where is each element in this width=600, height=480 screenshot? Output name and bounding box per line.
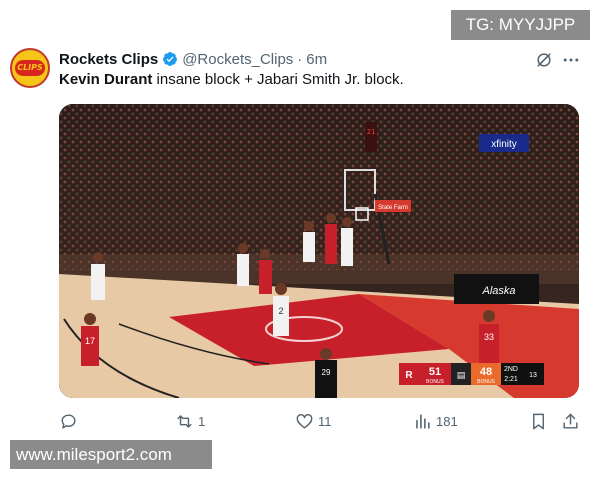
display-name[interactable]: Rockets Clips	[59, 51, 158, 68]
watermark-bottom: www.milesport2.com	[10, 440, 212, 469]
video-thumbnail[interactable]: xfinity State Farm 21 Alaska 17 2 33 29 …	[59, 104, 579, 398]
tweet-text-bold: Kevin Durant	[59, 71, 153, 88]
shot-clock-display: 21	[367, 128, 375, 136]
retweet-icon	[177, 414, 192, 428]
player-2: 2	[273, 283, 289, 336]
reply-button[interactable]	[59, 410, 82, 432]
scoreboard: R 51 BONUS ▤ 48 BONUS 2ND 2:21 13	[399, 363, 544, 385]
tweet-text: Kevin Durant insane block + Jabari Smith…	[59, 71, 404, 88]
player-white-block	[341, 217, 353, 266]
retweet-button[interactable]: 1	[175, 410, 205, 432]
home-score: 51	[429, 366, 441, 378]
views-button[interactable]: 181	[413, 410, 458, 432]
like-button[interactable]: 11	[295, 410, 332, 432]
avatar[interactable]: CLIPS	[10, 48, 50, 88]
retweet-count: 1	[198, 413, 206, 429]
basketball-scene: xfinity State Farm 21 Alaska 17 2 33 29 …	[59, 104, 579, 398]
sponsor-xfinity: xfinity	[491, 139, 517, 150]
scoreboard-shot-clock: 13	[529, 372, 537, 379]
player-white-jump	[303, 221, 315, 262]
views-icon	[416, 413, 430, 429]
away-bonus: BONUS	[477, 379, 495, 385]
views-count: 181	[436, 413, 458, 429]
rockets-logo-icon: R	[405, 370, 413, 381]
jersey-number-17: 17	[85, 336, 95, 346]
grok-icon[interactable]	[534, 50, 554, 70]
blazers-logo-icon: ▤	[457, 371, 466, 381]
bookmark-icon	[533, 413, 544, 429]
tweet-header: Rockets Clips @Rockets_Clips · 6m	[59, 49, 327, 69]
bookmark-button[interactable]	[529, 410, 548, 432]
player-red-jump	[325, 213, 337, 264]
quarter: 2ND	[504, 366, 518, 373]
heart-icon	[296, 413, 313, 429]
tweet-timestamp[interactable]: 6m	[306, 51, 327, 68]
reply-icon	[61, 413, 76, 429]
jersey-number-2: 2	[278, 306, 283, 316]
watermark-top: TG: MYYJJPP	[451, 10, 590, 40]
court-logo-alaska: Alaska	[481, 285, 515, 297]
like-count: 11	[318, 413, 332, 429]
referee-number-29: 29	[322, 368, 331, 377]
share-icon	[563, 413, 578, 429]
tweet-text-rest: insane block + Jabari Smith Jr. block.	[152, 71, 404, 88]
away-score: 48	[480, 366, 492, 378]
tweet-actions: 1 11 181	[59, 410, 584, 432]
more-options-icon[interactable]	[561, 50, 581, 70]
player-white-mid	[237, 243, 249, 286]
sponsor-state-farm: State Farm	[378, 205, 408, 211]
jersey-number-33: 33	[484, 332, 494, 342]
game-clock: 2:21	[504, 376, 518, 383]
user-handle[interactable]: @Rockets_Clips	[182, 51, 293, 68]
separator-dot: ·	[297, 50, 303, 68]
home-bonus: BONUS	[426, 379, 444, 385]
verified-badge-icon	[163, 52, 178, 66]
share-button[interactable]	[561, 410, 580, 432]
avatar-logo-text: CLIPS	[15, 60, 45, 76]
